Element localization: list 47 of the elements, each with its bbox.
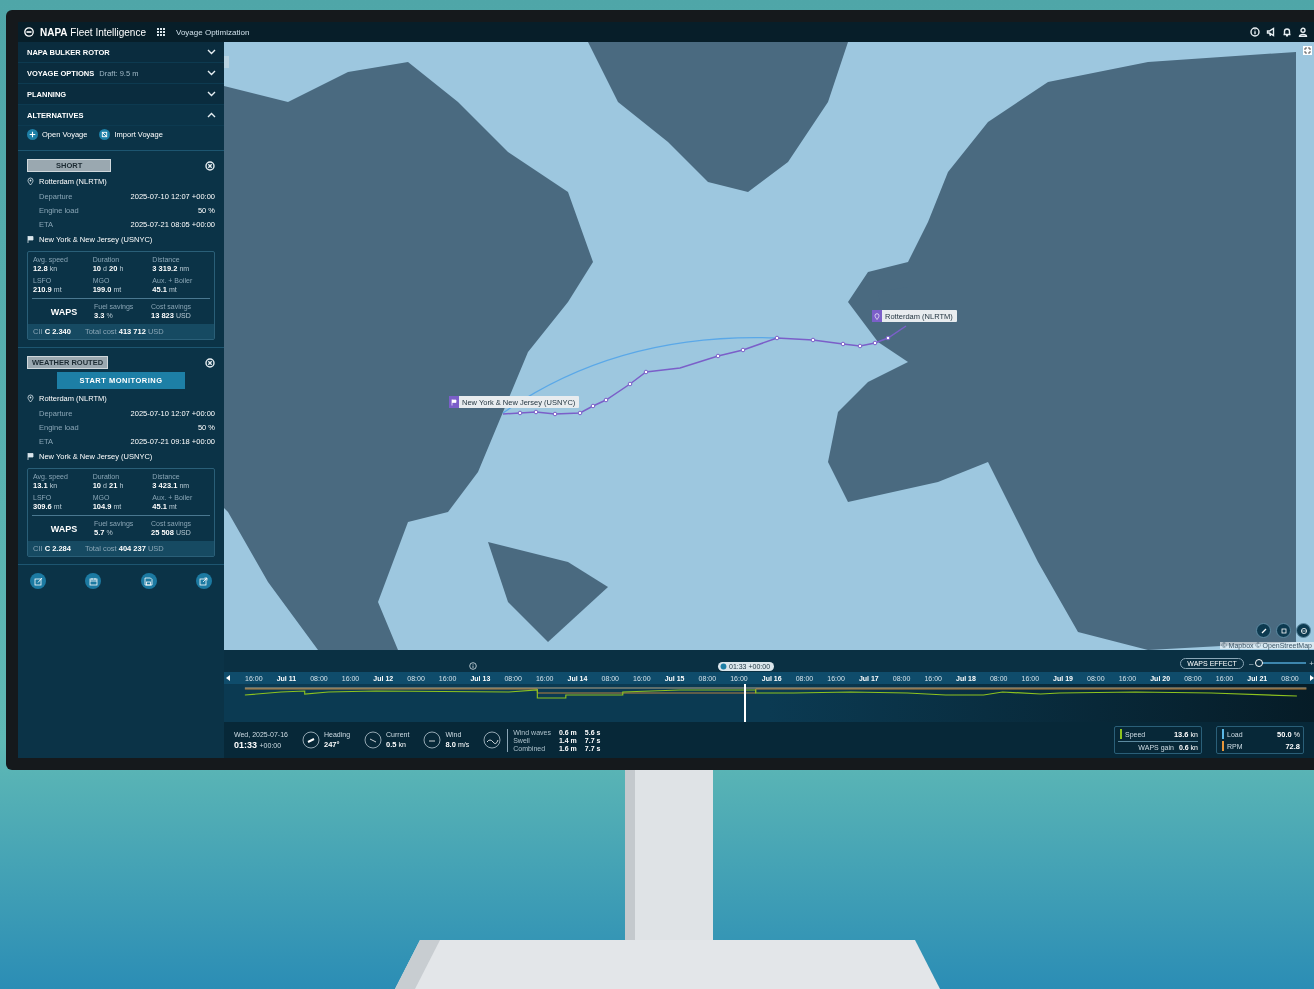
- slider-track[interactable]: [1256, 659, 1307, 667]
- user-icon[interactable]: [1298, 27, 1308, 37]
- close-icon[interactable]: [205, 160, 215, 171]
- layers-icon: [1279, 626, 1288, 635]
- flag-icon: [451, 398, 457, 406]
- export-button[interactable]: [196, 573, 212, 589]
- chevron-down-icon[interactable]: [207, 49, 216, 55]
- save-icon: [144, 576, 154, 586]
- waps-label: WAPS: [50, 306, 78, 317]
- edit-icon: [33, 576, 43, 586]
- compass-heading-icon: [301, 731, 320, 749]
- globe-button[interactable]: [1296, 623, 1311, 638]
- chevron-up-icon[interactable]: [207, 112, 216, 118]
- edit-button[interactable]: [30, 573, 46, 589]
- collapse-handle[interactable]: [224, 56, 229, 68]
- notifications-icon[interactable]: [1282, 27, 1292, 37]
- compass-wind-icon: [423, 731, 442, 749]
- close-icon[interactable]: [205, 357, 215, 368]
- save-button[interactable]: [140, 573, 157, 589]
- app-title: Voyage Optimization: [176, 27, 250, 37]
- flag-icon: [27, 235, 34, 244]
- megaphone-icon[interactable]: [1266, 27, 1276, 37]
- location-pin-icon: [27, 177, 34, 186]
- chevron-down-icon[interactable]: [207, 70, 216, 76]
- export-icon: [199, 576, 209, 586]
- slider-thumb[interactable]: [1254, 659, 1263, 667]
- flag-icon: [27, 452, 34, 461]
- chevron-down-icon[interactable]: [207, 91, 216, 97]
- import-icon: [99, 129, 111, 140]
- info-icon[interactable]: [1250, 27, 1260, 37]
- zoom-in-control[interactable]: +: [1309, 658, 1314, 668]
- scroll-right-icon[interactable]: [1309, 675, 1314, 681]
- calendar-icon: [88, 576, 98, 586]
- calendar-button[interactable]: [85, 573, 102, 589]
- apps-grid-icon[interactable]: [156, 27, 166, 37]
- brand-name: NAPA Fleet Intelligence: [40, 26, 147, 38]
- fullscreen-icon[interactable]: [1303, 46, 1312, 55]
- wave-compass-icon: [483, 731, 502, 749]
- zoom-out-control[interactable]: –: [1248, 658, 1254, 668]
- location-pin-icon: [27, 394, 34, 403]
- plus-icon: [27, 129, 38, 140]
- waps-label: WAPS: [50, 523, 78, 534]
- compass-current-icon: [364, 731, 383, 749]
- globe-icon: [1299, 626, 1308, 635]
- logo-icon: [24, 27, 34, 37]
- scroll-left-icon[interactable]: [226, 675, 231, 681]
- location-pin-icon: [874, 312, 880, 320]
